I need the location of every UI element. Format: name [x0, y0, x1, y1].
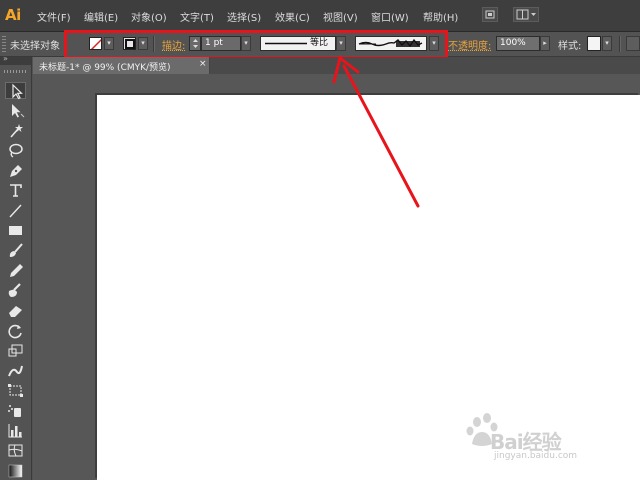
overflow-button[interactable]: [626, 36, 640, 51]
opacity-field[interactable]: 100%: [496, 36, 540, 51]
style-label: 样式:: [558, 41, 582, 52]
mesh-tool-icon[interactable]: [5, 442, 26, 459]
bridge-icon: [485, 10, 495, 19]
menu-select[interactable]: 选择(S): [227, 9, 261, 24]
tools-panel: »: [0, 54, 32, 480]
rectangle-tool-icon[interactable]: [5, 222, 26, 239]
symbol-sprayer-tool-icon[interactable]: [5, 402, 26, 419]
menu-bar: Ai 文件(F) 编辑(E) 对象(O) 文字(T) 选择(S) 效果(C) 视…: [0, 0, 640, 32]
app-logo: Ai: [5, 6, 21, 24]
menu-file[interactable]: 文件(F): [37, 9, 71, 24]
warp-tool-icon[interactable]: [5, 362, 26, 379]
document-tab[interactable]: 未标题-1* @ 99% (CMYK/预览) ×: [33, 57, 210, 74]
menu-help[interactable]: 帮助(H): [423, 9, 458, 24]
type-tool-icon[interactable]: [5, 182, 26, 199]
menu-type[interactable]: 文字(T): [180, 9, 214, 24]
graphic-style-dropdown[interactable]: ▾: [602, 36, 612, 51]
opacity-dropdown[interactable]: ▸: [540, 36, 550, 51]
bridge-button[interactable]: [482, 7, 498, 22]
control-bar-grip[interactable]: [2, 36, 6, 52]
menu-window[interactable]: 窗口(W): [371, 9, 409, 24]
arrange-documents-button[interactable]: [513, 7, 539, 22]
close-icon[interactable]: ×: [199, 59, 207, 69]
free-transform-tool-icon[interactable]: [5, 382, 26, 399]
pencil-tool-icon[interactable]: [5, 262, 26, 279]
watermark-url: jingyan.baidu.com: [494, 451, 578, 461]
highlight-box: [64, 30, 448, 59]
document-tab-strip: 未标题-1* @ 99% (CMYK/预览) ×: [33, 57, 640, 74]
arrange-documents-icon: [516, 9, 536, 20]
menu-edit[interactable]: 编辑(E): [84, 9, 118, 24]
collapse-panel-icon[interactable]: »: [3, 54, 8, 63]
document-tab-title: 未标题-1* @ 99% (CMYK/预览): [39, 63, 171, 73]
menu-object[interactable]: 对象(O): [131, 9, 167, 24]
selection-tool-icon[interactable]: [5, 82, 26, 100]
gradient-tool-icon[interactable]: [5, 462, 26, 479]
selection-status: 未选择对象: [10, 41, 60, 52]
divider: [619, 36, 621, 52]
lasso-tool-icon[interactable]: [5, 142, 26, 159]
graphic-style-swatch[interactable]: [587, 36, 601, 51]
pen-tool-icon[interactable]: [5, 162, 26, 179]
magic-wand-tool-icon[interactable]: [5, 122, 26, 139]
eraser-tool-icon[interactable]: [5, 302, 26, 319]
opacity-label[interactable]: 不透明度:: [448, 37, 491, 52]
paintbrush-tool-icon[interactable]: [5, 242, 26, 259]
blob-brush-tool-icon[interactable]: [5, 282, 26, 299]
menu-effect[interactable]: 效果(C): [275, 9, 310, 24]
tools-panel-grip[interactable]: [4, 70, 26, 73]
tools-panel-header[interactable]: »: [0, 54, 31, 65]
scale-tool-icon[interactable]: [5, 342, 26, 359]
menu-view[interactable]: 视图(V): [323, 9, 358, 24]
rotate-tool-icon[interactable]: [5, 322, 26, 339]
column-graph-tool-icon[interactable]: [5, 422, 26, 439]
line-tool-icon[interactable]: [5, 202, 26, 219]
direct-selection-tool-icon[interactable]: [5, 102, 26, 119]
